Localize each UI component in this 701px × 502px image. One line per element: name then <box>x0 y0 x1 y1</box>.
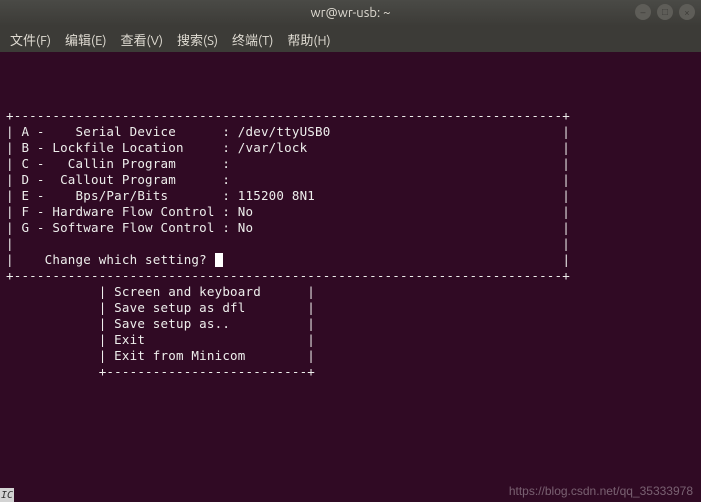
blank-line <box>6 60 14 75</box>
config-border-top: +---------------------------------------… <box>6 108 570 123</box>
config-row-sw-flow-control: | G - Software Flow Control : No | <box>6 220 570 235</box>
corner-badge: IC <box>0 488 14 502</box>
config-row-bps-par-bits: | E - Bps/Par/Bits : 115200 8N1 | <box>6 188 570 203</box>
menu-terminal[interactable]: 终端(T) <box>226 28 279 51</box>
config-row-serial-device: | A - Serial Device : /dev/ttyUSB0 | <box>6 124 570 139</box>
menu-edit[interactable]: 编辑(E) <box>59 28 112 51</box>
watermark-text: https://blog.csdn.net/qq_35333978 <box>509 484 693 498</box>
config-row-callout-program: | D - Callout Program : | <box>6 172 570 187</box>
menu-help[interactable]: 帮助(H) <box>281 28 336 51</box>
text-cursor <box>215 253 223 267</box>
config-row-lockfile-location: | B - Lockfile Location : /var/lock | <box>6 140 570 155</box>
close-button[interactable]: × <box>679 4 695 20</box>
config-prompt-row: | Change which setting? | <box>6 252 570 267</box>
submenu-save-dfl: | Save setup as dfl | <box>6 300 315 315</box>
menubar: 文件(F) 编辑(E) 查看(V) 搜索(S) 终端(T) 帮助(H) <box>0 26 701 52</box>
window-controls: – □ × <box>635 4 695 20</box>
menu-search[interactable]: 搜索(S) <box>171 28 224 51</box>
config-blank-row: | | <box>6 236 570 251</box>
minimize-button[interactable]: – <box>635 4 651 20</box>
submenu-exit: | Exit | <box>6 332 315 347</box>
config-border-bottom: +---------------------------------------… <box>6 268 570 283</box>
submenu-screen-keyboard: | Screen and keyboard | <box>6 284 315 299</box>
config-row-callin-program: | C - Callin Program : | <box>6 156 570 171</box>
submenu-save-as: | Save setup as.. | <box>6 316 315 331</box>
menu-view[interactable]: 查看(V) <box>115 28 169 51</box>
blank-line <box>6 76 14 91</box>
blank-line <box>6 92 14 107</box>
window-title: wr@wr-usb: ~ <box>311 6 391 20</box>
config-row-hw-flow-control: | F - Hardware Flow Control : No | <box>6 204 570 219</box>
menu-file[interactable]: 文件(F) <box>4 28 57 51</box>
config-prompt-post: | <box>223 252 571 267</box>
submenu-border-bottom: +--------------------------+ <box>6 364 315 379</box>
window-titlebar: wr@wr-usb: ~ – □ × <box>0 0 701 26</box>
terminal-area[interactable]: +---------------------------------------… <box>0 52 701 502</box>
submenu-exit-minicom: | Exit from Minicom | <box>6 348 315 363</box>
config-prompt-pre: | Change which setting? <box>6 252 215 267</box>
maximize-button[interactable]: □ <box>657 4 673 20</box>
